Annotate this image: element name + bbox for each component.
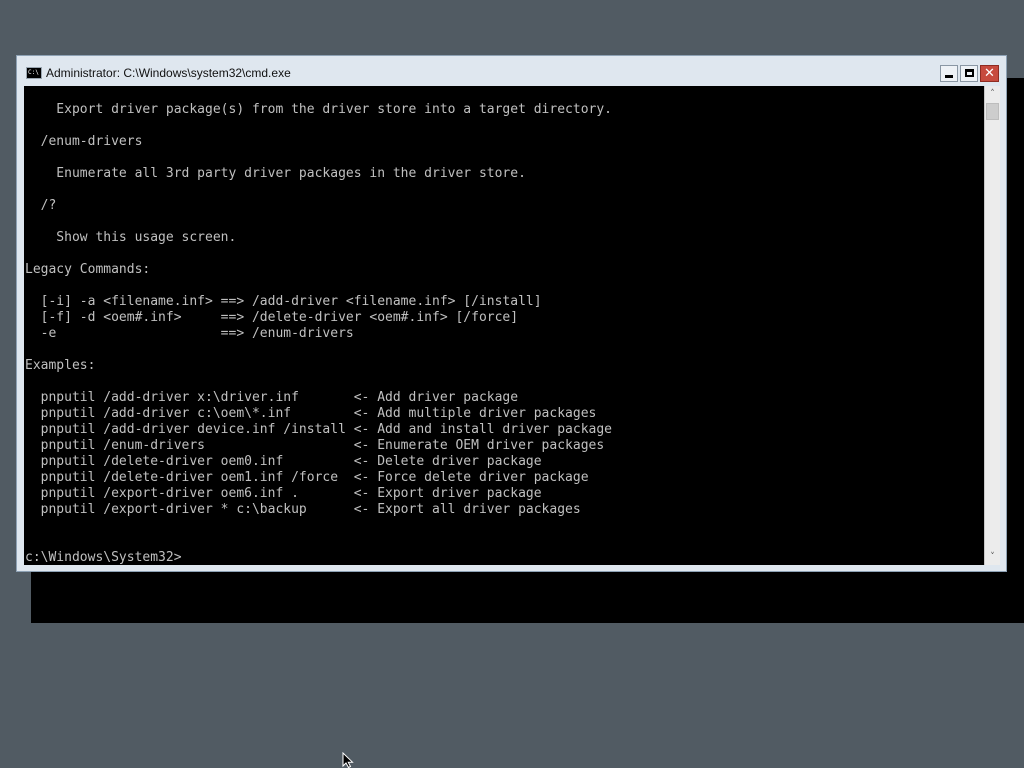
console-line: Enumerate all 3rd party driver packages … bbox=[25, 166, 526, 181]
console-line: [-f] -d <oem#.inf> ==> /delete-driver <o… bbox=[25, 310, 519, 325]
cmd-window: C:\ Administrator: C:\Windows\system32\c… bbox=[16, 55, 1007, 572]
mouse-pointer-icon bbox=[342, 752, 354, 768]
console-line: pnputil /export-driver * c:\backup <- Ex… bbox=[25, 502, 581, 517]
scrollbar-thumb[interactable] bbox=[986, 103, 999, 120]
console-line: Export driver package(s) from the driver… bbox=[25, 102, 612, 117]
desktop: C:\ Administrator: C:\Windows\system32\c… bbox=[0, 0, 1024, 768]
close-button[interactable]: ✕ bbox=[980, 65, 999, 82]
console-line: /enum-drivers bbox=[25, 134, 143, 149]
minimize-button[interactable] bbox=[940, 65, 958, 82]
cmd-icon: C:\ bbox=[26, 67, 42, 79]
console-line: Examples: bbox=[25, 358, 96, 373]
console-output[interactable]: Export driver package(s) from the driver… bbox=[24, 86, 984, 565]
console-line: pnputil /add-driver x:\driver.inf <- Add… bbox=[25, 390, 519, 405]
close-icon: ✕ bbox=[984, 66, 995, 81]
console-line: [-i] -a <filename.inf> ==> /add-driver <… bbox=[25, 294, 542, 309]
console-line: -e ==> /enum-drivers bbox=[25, 326, 354, 341]
scroll-down-icon[interactable]: ˅ bbox=[985, 549, 1000, 565]
console-line: c:\Windows\System32> bbox=[25, 550, 182, 565]
console-line: pnputil /add-driver device.inf /install … bbox=[25, 422, 612, 437]
console-line: Legacy Commands: bbox=[25, 262, 151, 277]
console-line: pnputil /add-driver c:\oem\*.inf <- Add … bbox=[25, 406, 597, 421]
minimize-icon bbox=[945, 75, 953, 78]
scroll-up-icon[interactable]: ˄ bbox=[985, 86, 1000, 102]
console-line: pnputil /enum-drivers <- Enumerate OEM d… bbox=[25, 438, 605, 453]
maximize-button[interactable] bbox=[960, 65, 978, 82]
console-line: pnputil /delete-driver oem1.inf /force <… bbox=[25, 470, 589, 485]
console-line: pnputil /delete-driver oem0.inf <- Delet… bbox=[25, 454, 542, 469]
console-line: /? bbox=[25, 198, 57, 213]
console-text: Export driver package(s) from the driver… bbox=[24, 86, 984, 565]
vertical-scrollbar[interactable]: ˄ ˅ bbox=[984, 86, 1000, 565]
window-title: Administrator: C:\Windows\system32\cmd.e… bbox=[46, 66, 291, 80]
maximize-icon bbox=[965, 69, 974, 77]
console-line: pnputil /export-driver oem6.inf . <- Exp… bbox=[25, 486, 542, 501]
console-line: Show this usage screen. bbox=[25, 230, 237, 245]
title-bar[interactable]: C:\ Administrator: C:\Windows\system32\c… bbox=[17, 56, 1006, 86]
